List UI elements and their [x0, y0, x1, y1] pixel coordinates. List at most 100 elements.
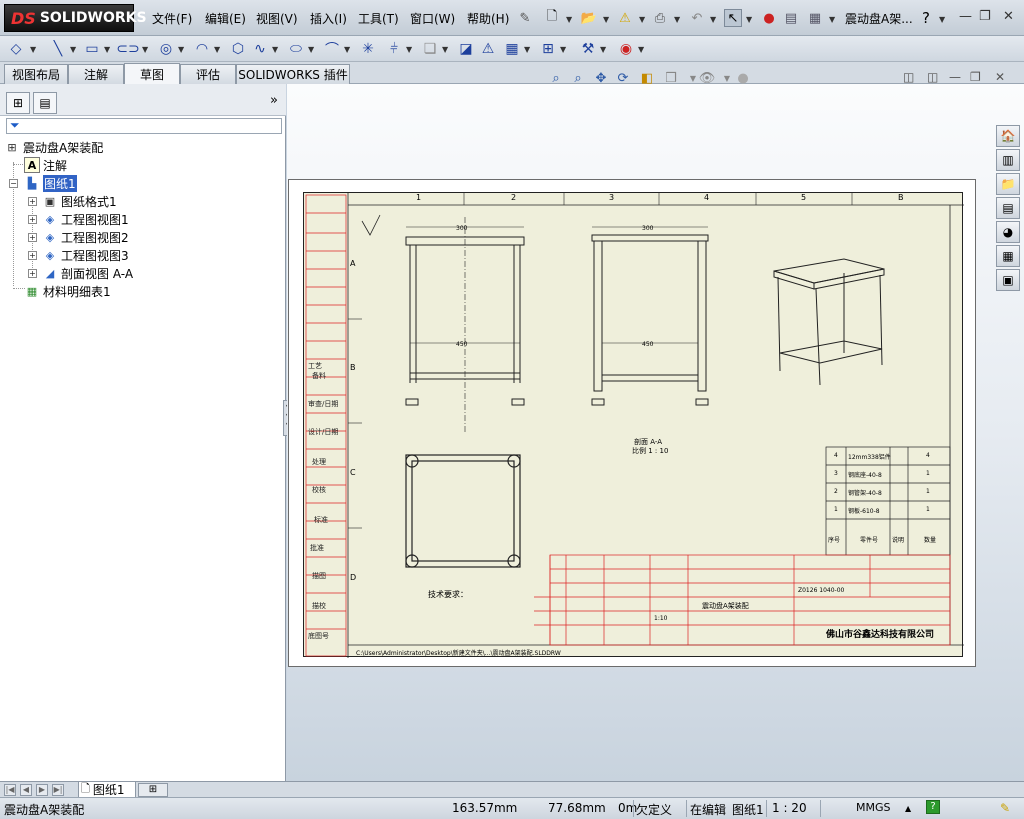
smart-dimension-icon[interactable]: ◇ [6, 39, 26, 59]
relations-dropdown-icon[interactable]: ▼ [560, 45, 566, 54]
repair-sketch-icon[interactable]: ⚒ [578, 39, 598, 59]
move-entities-icon[interactable]: ⚠ [478, 39, 498, 59]
convert-entities-icon[interactable]: ❏ [420, 39, 440, 59]
slot-dropdown-icon[interactable]: ▼ [142, 45, 148, 54]
dimension-dropdown-icon[interactable]: ▼ [30, 45, 36, 54]
next-sheet-icon[interactable]: ▶ [36, 784, 48, 796]
help-question-icon[interactable]: ? [917, 9, 935, 27]
menu-insert[interactable]: 插入(I) [310, 10, 347, 27]
property-manager-tab[interactable]: ▤ [33, 92, 57, 114]
line-dropdown-icon[interactable]: ▼ [70, 45, 76, 54]
zoom-to-fit-icon[interactable]: ⌕ [547, 69, 565, 87]
open-folder-icon[interactable]: 📂 [580, 9, 598, 27]
status-scale[interactable]: 1 : 20 [772, 801, 807, 815]
select-dropdown-icon[interactable]: ▼ [746, 15, 752, 24]
zoom-area-icon[interactable]: ⌕ [569, 69, 587, 87]
menu-file[interactable]: 文件(F) [152, 10, 192, 27]
view-palette-icon[interactable]: ▤ [996, 197, 1020, 219]
file-explorer-icon[interactable]: 📁 [996, 173, 1020, 195]
forum-icon[interactable]: ▣ [996, 269, 1020, 291]
spline-icon[interactable]: ∿ [250, 39, 270, 59]
linear-pattern-icon[interactable]: ▦ [502, 39, 522, 59]
pattern-dropdown-icon[interactable]: ▼ [524, 45, 530, 54]
solidworks-resources-icon[interactable]: 🏠 [996, 125, 1020, 147]
doc-restore-icon[interactable]: ❐ [970, 70, 981, 84]
appearances-icon[interactable]: ◕ [996, 221, 1020, 243]
tree-item-sheet[interactable]: ▙ 图纸1 [24, 174, 77, 192]
tree-item-annotations[interactable]: A 注解 [24, 156, 67, 174]
pan-icon[interactable]: ✥ [592, 69, 610, 87]
rectangle-icon[interactable]: ▭ [82, 39, 102, 59]
tree-filter-input[interactable]: ⏷ [6, 118, 282, 134]
slot-icon[interactable]: ⊂⊃ [116, 39, 139, 59]
add-sheet-button[interactable]: ⊞ [138, 783, 168, 797]
help-dropdown-icon[interactable]: ▼ [939, 15, 945, 24]
point-icon[interactable]: ✳ [358, 39, 378, 59]
tab-addins[interactable]: SOLIDWORKS 插件 [236, 64, 350, 84]
close-window-icon[interactable]: ✕ [1003, 9, 1014, 24]
tab-sketch[interactable]: 草图 [124, 63, 180, 85]
feature-tree-tab[interactable]: ⊞ [6, 92, 30, 114]
repair-dropdown-icon[interactable]: ▼ [600, 45, 606, 54]
tree-item-section-view[interactable]: ◢ 剖面视图 A-A [42, 264, 133, 282]
fillet-dropdown-icon[interactable]: ▼ [344, 45, 350, 54]
options-icon[interactable]: ▦ [806, 9, 824, 27]
tree-item-view3[interactable]: ◈ 工程图视图3 [42, 246, 129, 264]
menu-window[interactable]: 窗口(W) [410, 10, 455, 27]
prev-sheet-icon[interactable]: ◀ [20, 784, 32, 796]
quick-snaps-icon[interactable]: ◉ [616, 39, 636, 59]
tree-item-sheet-format[interactable]: ▣ 图纸格式1 [42, 192, 117, 210]
print-icon[interactable]: ⎙ [651, 9, 669, 27]
menu-tools[interactable]: 工具(T) [358, 10, 399, 27]
rebuild-dropdown-icon[interactable]: ▼ [639, 15, 645, 24]
ellipse-icon[interactable]: ⬭ [286, 39, 306, 59]
restore-window-icon[interactable]: ❐ [979, 9, 991, 24]
tab-evaluate[interactable]: 评估 [180, 64, 236, 84]
file-properties-icon[interactable]: ▤ [782, 9, 800, 27]
solidworks-logo[interactable]: DS SOLIDWORKS [4, 4, 147, 32]
display-style-icon[interactable]: ❒ [662, 69, 680, 87]
traffic-light-icon[interactable]: ● [760, 9, 778, 27]
tree-item-view2[interactable]: ◈ 工程图视图2 [42, 228, 129, 246]
ellipse-dropdown-icon[interactable]: ▼ [308, 45, 314, 54]
doc-minimize-icon[interactable]: — [949, 70, 961, 84]
tile-left-icon[interactable]: ◫ [903, 70, 914, 84]
select-arrow-icon[interactable]: ↖ [724, 9, 742, 27]
tag-icon[interactable]: ✎ [1000, 801, 1010, 815]
rebuild-warning-icon[interactable]: ⚠ [616, 9, 634, 27]
tree-root-assembly[interactable]: ⊞ 震动盘A架装配 [4, 138, 103, 156]
pin-icon[interactable]: ✎ [516, 9, 534, 27]
rotate-icon[interactable]: ⟳ [614, 69, 632, 87]
tab-view-layout[interactable]: 视图布局 [4, 64, 68, 84]
arc-icon[interactable]: ◠ [192, 39, 212, 59]
appearance-icon[interactable]: ● [734, 69, 752, 87]
hide-show-icon[interactable]: 👁 [698, 69, 716, 87]
new-dropdown-icon[interactable]: ▼ [566, 15, 572, 24]
options-dropdown-icon[interactable]: ▼ [829, 15, 835, 24]
units-dropdown-icon[interactable]: ▲ [905, 804, 911, 813]
expand-panel-icon[interactable]: » [270, 93, 278, 108]
trim-icon[interactable]: ⫩ [384, 39, 404, 59]
menu-view[interactable]: 视图(V) [256, 10, 298, 27]
expand-icon[interactable]: + [28, 215, 37, 224]
tile-right-icon[interactable]: ◫ [927, 70, 938, 84]
first-sheet-icon[interactable]: |◀ [4, 784, 16, 796]
section-view-hud-icon[interactable]: ◧ [638, 69, 656, 87]
collapse-sheet-icon[interactable]: − [9, 179, 18, 188]
expand-icon[interactable]: + [28, 269, 37, 278]
rectangle-dropdown-icon[interactable]: ▼ [104, 45, 110, 54]
circle-dropdown-icon[interactable]: ▼ [178, 45, 184, 54]
undo-icon[interactable]: ↶ [688, 9, 706, 27]
display-relations-icon[interactable]: ⊞ [538, 39, 558, 59]
status-units[interactable]: MMGS [856, 801, 891, 814]
sheet-tab-1[interactable]: 🗋 图纸1 [78, 782, 136, 798]
status-help-icon[interactable]: ? [926, 800, 940, 814]
convert-dropdown-icon[interactable]: ▼ [442, 45, 448, 54]
line-icon[interactable]: ╲ [48, 39, 68, 59]
tree-item-view1[interactable]: ◈ 工程图视图1 [42, 210, 129, 228]
expand-icon[interactable]: + [28, 251, 37, 260]
fillet-icon[interactable]: ⌒ [322, 39, 342, 59]
menu-edit[interactable]: 编辑(E) [205, 10, 246, 27]
last-sheet-icon[interactable]: ▶| [52, 784, 64, 796]
spline-dropdown-icon[interactable]: ▼ [272, 45, 278, 54]
